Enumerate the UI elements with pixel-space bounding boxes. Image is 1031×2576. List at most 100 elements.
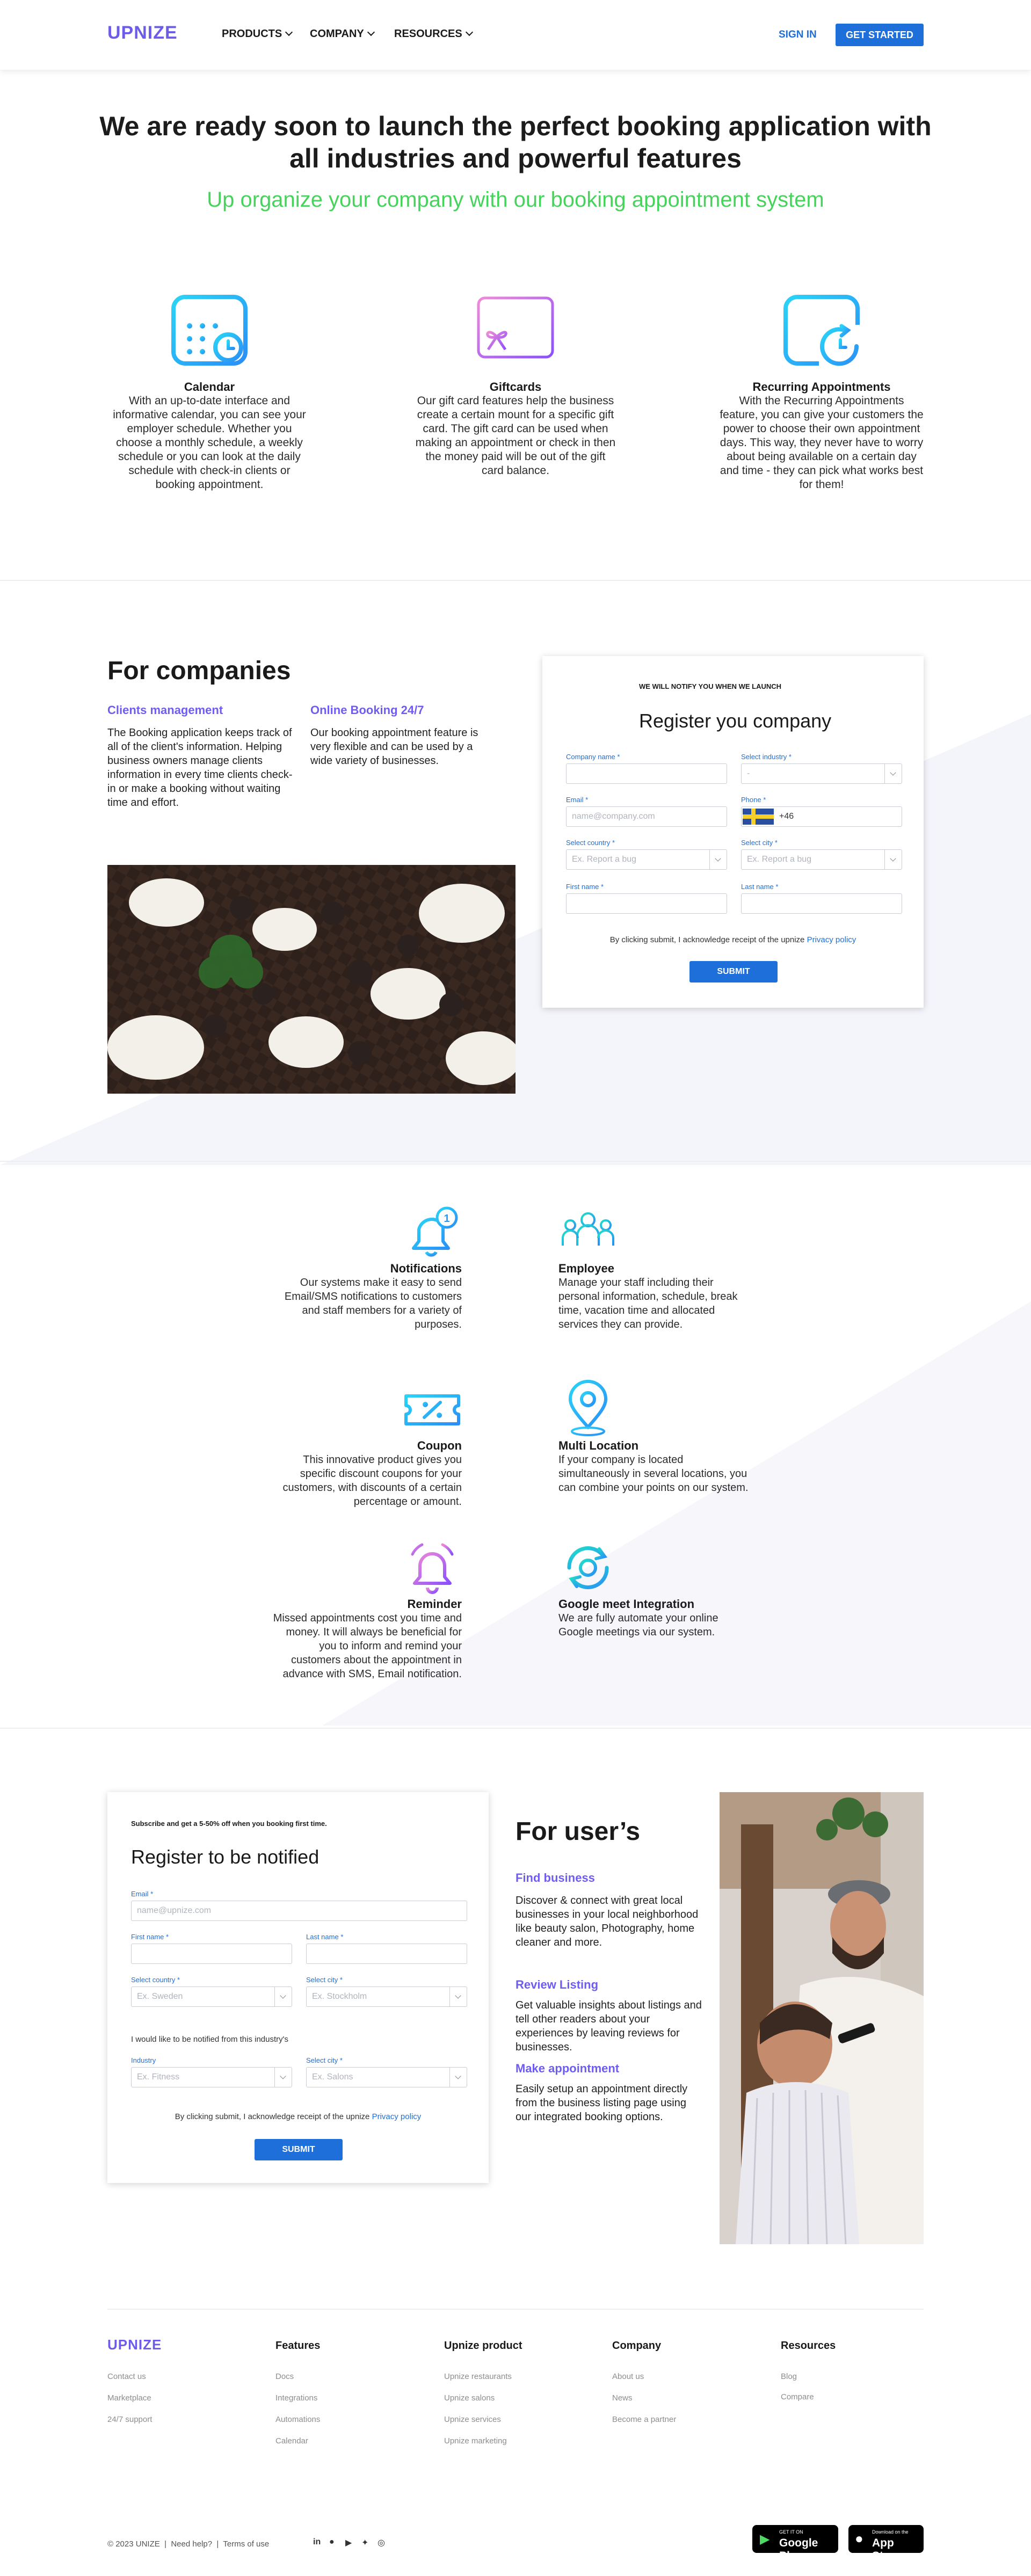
twitter-icon[interactable]: ✦ xyxy=(361,2537,368,2548)
footer-link-partner[interactable]: Become a partner xyxy=(612,2415,676,2424)
country-label: Select country * xyxy=(131,1976,180,1984)
coupon-icon xyxy=(404,1394,460,1425)
feature-text: With the Recurring Appointments feature,… xyxy=(720,395,924,491)
footer-logo[interactable]: UPNIZE xyxy=(107,2337,162,2353)
nav-resources[interactable]: RESOURCES xyxy=(394,28,473,40)
find-business-text: Discover & connect with great local busi… xyxy=(516,1895,699,1948)
country-label: Select country * xyxy=(566,839,615,847)
google-play-small-text: GET IT ON xyxy=(779,2529,803,2535)
make-appointment-text: Easily setup an appointment directly fro… xyxy=(516,2083,688,2123)
chevron-down-icon xyxy=(884,850,902,869)
city2-select[interactable]: Ex. Salons xyxy=(306,2067,467,2087)
users-title: For user’s xyxy=(516,1817,641,1846)
google-play-label: Google Play xyxy=(779,2537,818,2562)
footer-link-blog[interactable]: Blog xyxy=(781,2372,797,2381)
industry-label: Industry xyxy=(131,2056,156,2064)
recurring-calendar-icon xyxy=(783,287,860,366)
facebook-icon[interactable]: ● xyxy=(329,2537,335,2547)
industry-select[interactable]: - xyxy=(741,763,902,784)
privacy-policy-link[interactable]: Privacy policy xyxy=(372,2112,422,2121)
footer-link-marketing[interactable]: Upnize marketing xyxy=(444,2436,507,2446)
sign-in-link[interactable]: SIGN IN xyxy=(779,29,817,41)
phone-label: Phone * xyxy=(741,796,766,804)
youtube-icon[interactable]: ▶ xyxy=(345,2537,352,2548)
chevron-down-icon xyxy=(449,1987,467,2006)
first-name-input[interactable] xyxy=(566,893,727,914)
grid-text: If your company is located simultaneousl… xyxy=(558,1454,749,1494)
last-name-input[interactable] xyxy=(741,893,902,914)
footer-link-marketplace[interactable]: Marketplace xyxy=(107,2393,151,2403)
grid-title: Notifications xyxy=(390,1262,462,1275)
phone-input[interactable]: +46 xyxy=(741,806,902,827)
linkedin-icon[interactable]: in xyxy=(313,2537,321,2547)
submit-button[interactable]: SUBMIT xyxy=(689,961,778,983)
first-name-input[interactable] xyxy=(131,1944,292,1964)
city-select[interactable]: Ex. Stockholm xyxy=(306,1986,467,2007)
privacy-policy-link[interactable]: Privacy policy xyxy=(807,935,856,944)
team-icon xyxy=(561,1212,615,1248)
grid-title: Coupon xyxy=(417,1439,462,1452)
feature-giftcards: Giftcards Our gift card features help th… xyxy=(413,287,618,478)
footer-link-services[interactable]: Upnize services xyxy=(444,2415,501,2424)
footer-resources-title: Resources xyxy=(781,2340,836,2352)
footer-link-about[interactable]: About us xyxy=(612,2372,644,2381)
email-input[interactable]: name@company.com xyxy=(566,806,727,827)
find-business-title: Find business xyxy=(516,1871,595,1884)
online-booking-title: Online Booking 24/7 xyxy=(310,703,424,717)
instagram-icon[interactable]: ◎ xyxy=(377,2537,385,2548)
form-title: Register you company xyxy=(639,710,832,732)
footer-product-title: Upnize product xyxy=(444,2340,522,2352)
grid-title: Google meet Integration xyxy=(558,1597,695,1611)
footer-link-news[interactable]: News xyxy=(612,2393,633,2403)
terms-link[interactable]: Terms of use xyxy=(223,2539,269,2549)
nav-products[interactable]: PRODUCTS xyxy=(222,28,293,40)
last-name-input[interactable] xyxy=(306,1944,467,1964)
chevron-down-icon xyxy=(884,764,902,783)
company-name-label: Company name * xyxy=(566,753,620,761)
get-started-button[interactable]: GET STARTED xyxy=(836,24,924,46)
company-name-input[interactable] xyxy=(566,763,727,784)
grid-text: Missed appointments cost you time and mo… xyxy=(273,1612,462,1680)
footer-link-automations[interactable]: Automations xyxy=(275,2415,320,2424)
chevron-down-icon xyxy=(709,850,727,869)
email-input[interactable]: name@upnize.com xyxy=(131,1901,467,1921)
footer-link-support[interactable]: 24/7 support xyxy=(107,2415,152,2424)
footer-link-contact[interactable]: Contact us xyxy=(107,2372,146,2381)
sweden-flag-icon xyxy=(743,809,774,825)
country-select[interactable]: Ex. Sweden xyxy=(131,1986,292,2007)
city-select[interactable]: Ex. Report a bug xyxy=(741,849,902,870)
city2-label: Select city * xyxy=(306,2056,343,2064)
submit-button[interactable]: SUBMIT xyxy=(255,2139,343,2160)
email-label: Email * xyxy=(566,796,589,804)
grid-title: Multi Location xyxy=(558,1439,639,1452)
footer-link-integrations[interactable]: Integrations xyxy=(275,2393,317,2403)
grid-text: Our systems make it easy to send Email/S… xyxy=(284,1277,462,1330)
industry-select[interactable]: Ex. Fitness xyxy=(131,2067,292,2087)
sync-icon xyxy=(567,1546,609,1589)
industry-intro: I would like to be notified from this in… xyxy=(131,2035,288,2044)
footer-link-calendar[interactable]: Calendar xyxy=(275,2436,308,2446)
bell-icon: 1 xyxy=(412,1206,458,1257)
background-shape xyxy=(322,1301,1031,1726)
feature-employee: Employee Manage your staff including the… xyxy=(558,1203,752,1331)
app-store-button[interactable]: ● Download on the App Store xyxy=(848,2525,924,2562)
footer-company-title: Company xyxy=(612,2340,662,2352)
feature-title: Recurring Appointments xyxy=(752,380,891,394)
footer-link-salons[interactable]: Upnize salons xyxy=(444,2393,495,2403)
chevron-down-icon xyxy=(285,28,293,37)
logo[interactable]: UPNIZE xyxy=(107,23,178,43)
section-divider xyxy=(0,1728,1031,1729)
nav-company[interactable]: COMPANY xyxy=(310,28,375,40)
footer-link-restaurants[interactable]: Upnize restaurants xyxy=(444,2372,512,2381)
country-select[interactable]: Ex. Report a bug xyxy=(566,849,727,870)
footer-divider xyxy=(107,2309,924,2310)
review-listing-text: Get valuable insights about listings and… xyxy=(516,1999,702,2053)
footer-link-compare[interactable]: Compare xyxy=(781,2392,814,2402)
first-name-label: First name * xyxy=(566,883,604,891)
google-play-button[interactable]: ▶ GET IT ON Google Play xyxy=(752,2525,838,2562)
feature-text: Our gift card features help the business… xyxy=(415,395,616,477)
site-header: UPNIZE PRODUCTS COMPANY RESOURCES SIGN I… xyxy=(0,0,1031,70)
footer-link-docs[interactable]: Docs xyxy=(275,2372,294,2381)
hero-subtitle: Up organize your company with our bookin… xyxy=(207,188,824,212)
help-link[interactable]: Need help? xyxy=(171,2539,212,2549)
